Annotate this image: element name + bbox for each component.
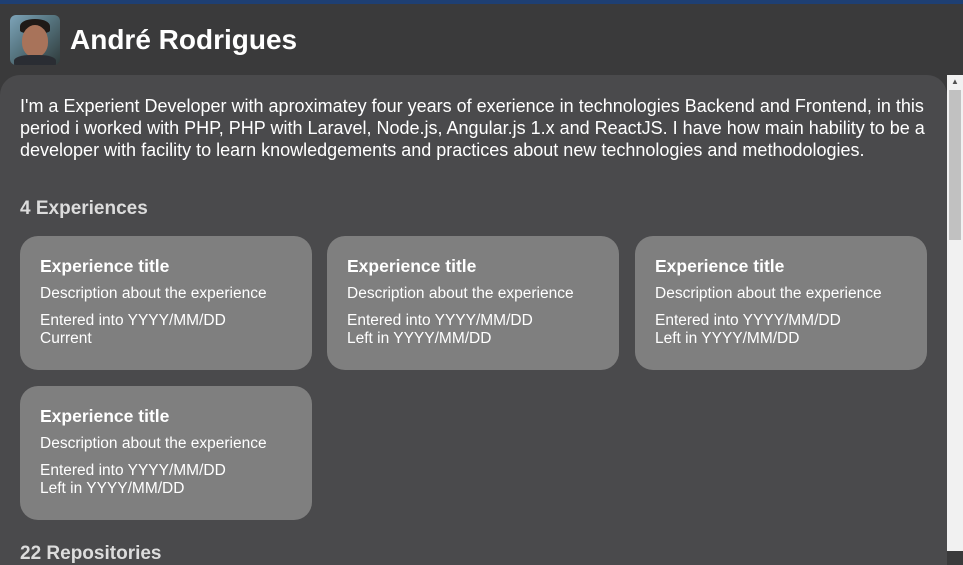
experience-card: Experience title Description about the e…	[20, 386, 312, 520]
experience-dates: Entered into YYYY/MM/DD Left in YYYY/MM/…	[347, 312, 599, 348]
scrollbar-thumb[interactable]	[949, 90, 961, 240]
experience-description: Description about the experience	[40, 435, 267, 452]
avatar	[10, 15, 60, 65]
experiences-heading: 4 Experiences	[20, 198, 148, 219]
experience-title: Experience title	[655, 256, 785, 276]
experience-card: Experience title Description about the e…	[635, 236, 927, 370]
scroll-up-arrow-icon[interactable]: ▲	[947, 75, 963, 89]
experience-entered-date: Entered into YYYY/MM/DD	[40, 312, 226, 329]
repositories-heading: 22 Repositories	[20, 543, 162, 564]
vertical-scrollbar[interactable]: ▲	[947, 75, 963, 551]
experience-left-date: Left in YYYY/MM/DD	[347, 330, 492, 347]
experience-entered-date: Entered into YYYY/MM/DD	[655, 312, 841, 329]
experience-description: Description about the experience	[40, 285, 267, 302]
experience-dates: Entered into YYYY/MM/DD Current	[40, 312, 292, 348]
experience-entered-date: Entered into YYYY/MM/DD	[347, 312, 533, 329]
experience-dates: Entered into YYYY/MM/DD Left in YYYY/MM/…	[655, 312, 907, 348]
experience-description: Description about the experience	[347, 285, 574, 302]
about-text: I'm a Experient Developer with aproximat…	[20, 96, 925, 160]
profile-name: André Rodrigues	[70, 24, 298, 55]
experience-left-date: Left in YYYY/MM/DD	[40, 480, 185, 497]
experience-title: Experience title	[347, 256, 477, 276]
experience-description: Description about the experience	[655, 285, 882, 302]
experience-title: Experience title	[40, 406, 170, 426]
experience-dates: Entered into YYYY/MM/DD Left in YYYY/MM/…	[40, 462, 292, 498]
experience-card: Experience title Description about the e…	[327, 236, 619, 370]
profile-header: André Rodrigues	[0, 4, 963, 74]
experience-left-date: Current	[40, 330, 92, 347]
experience-left-date: Left in YYYY/MM/DD	[655, 330, 800, 347]
profile-content-panel[interactable]: I'm a Experient Developer with aproximat…	[0, 75, 947, 565]
experience-entered-date: Entered into YYYY/MM/DD	[40, 462, 226, 479]
experience-card: Experience title Description about the e…	[20, 236, 312, 370]
experience-title: Experience title	[40, 256, 170, 276]
